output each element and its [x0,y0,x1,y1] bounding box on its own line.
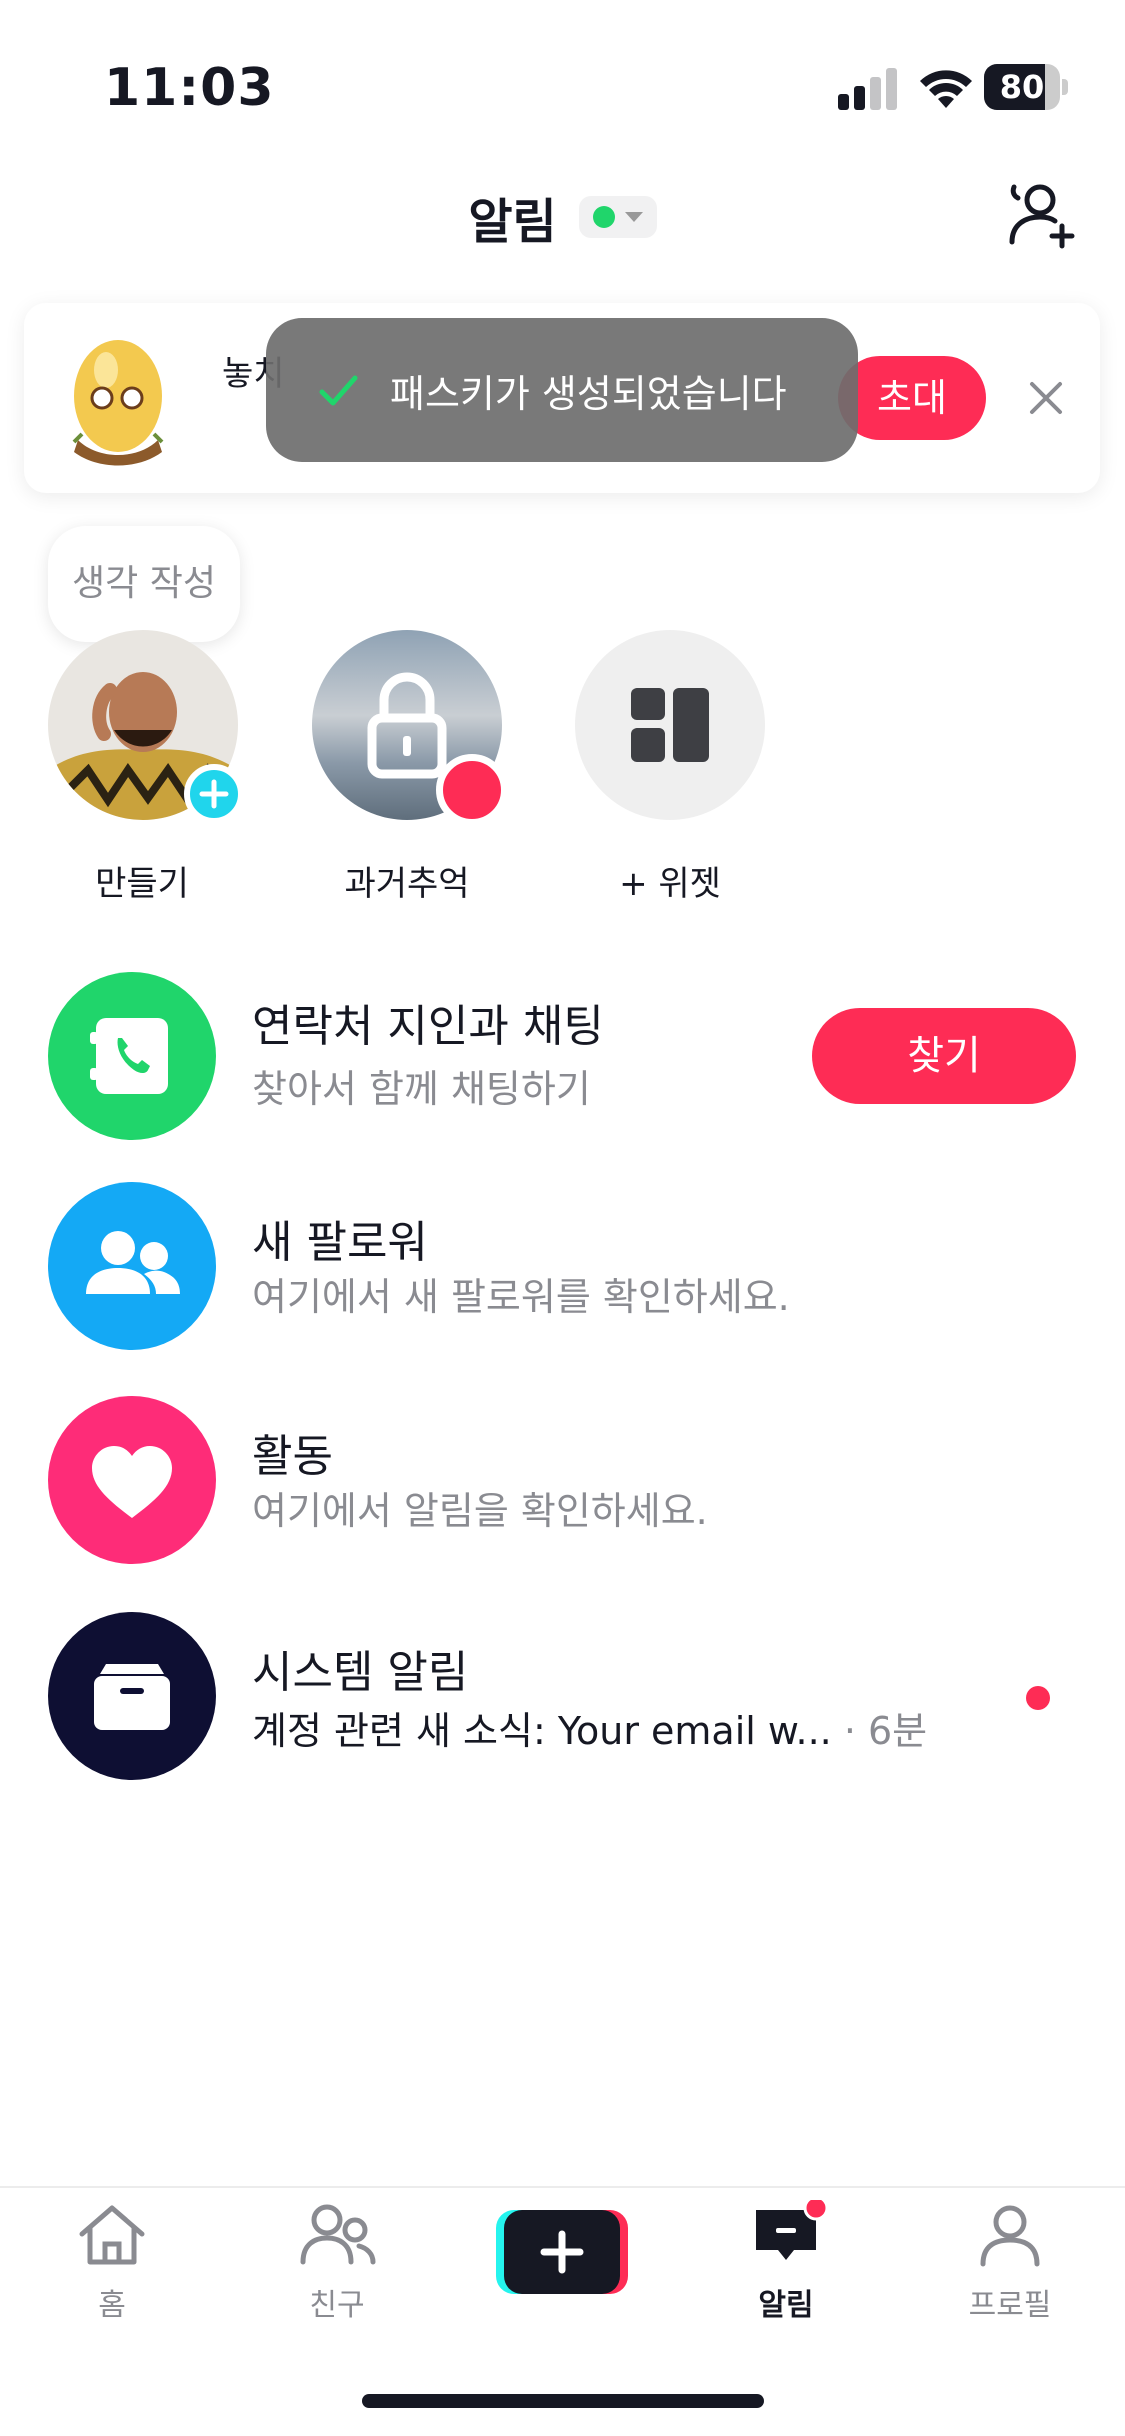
invite-button[interactable]: 초대 [838,356,986,440]
notification-badge [436,754,508,826]
row-title-followers: 새 팔로워 [252,1217,428,1268]
inbox-icon [94,1664,170,1730]
inbox-tab-icon [756,2195,829,2260]
toast-message: 패스키가 생성되었습니다 [266,318,858,462]
battery-icon: 80 [984,64,1068,110]
toast-text: 패스키가 생성되었습니다 [390,371,787,416]
row-subtitle-activity: 여기에서 알림을 확인하세요. [252,1489,708,1533]
system-row-icon[interactable] [48,1612,216,1780]
tab-label-inbox: 알림 [758,2288,814,2323]
friends-icon [300,2204,376,2265]
online-status-dot [592,206,615,228]
cellular-signal-icon [838,66,898,110]
page-title: 알림 [468,194,557,250]
status-time: 11:03 [104,58,275,118]
add-story-button[interactable] [184,764,244,824]
egg-mascot-icon [72,340,164,466]
tab-friends[interactable]: 친구 [247,2200,427,2324]
online-status-dropdown[interactable] [578,196,657,238]
tab-label-friends: 친구 [309,2288,365,2323]
home-icon [79,2205,145,2265]
chevron-down-icon [624,212,643,222]
heart-icon [92,1446,172,1518]
thought-bubble[interactable]: 생각 작성 [48,526,240,642]
battery-level: 80 [999,68,1045,106]
tab-label-home: 홈 [98,2288,126,2323]
system-message: 계정 관련 새 소식: Your email w... [252,1709,832,1753]
row-title-activity: 활동 [252,1431,333,1482]
widget-button[interactable] [575,630,765,820]
tab-inbox[interactable]: 알림 [696,2195,876,2324]
row-subtitle-system: 계정 관련 새 소식: Your email w... · 6분 [252,1700,927,1755]
page-header: 알림 [0,182,1125,252]
activity-row-icon[interactable] [48,1396,216,1564]
profile-icon [980,2205,1040,2267]
tab-label-profile: 프로필 [968,2288,1052,2323]
find-button[interactable]: 찾기 [812,1008,1076,1104]
widget-icon [631,688,709,762]
phone-contact-icon [90,1018,168,1094]
home-indicator [362,2394,764,2408]
story-label-memories: 과거추억 [344,864,470,904]
row-title-system: 시스템 알림 [252,1647,469,1698]
followers-row-icon[interactable] [48,1182,216,1350]
followers-icon [86,1231,180,1294]
row-subtitle-contacts: 찾아서 함께 채팅하기 [252,1067,591,1111]
story-label-create: 만들기 [95,864,189,904]
add-friend-icon[interactable] [1000,180,1080,250]
close-icon[interactable] [1024,376,1068,420]
plus-icon [199,779,229,809]
unread-dot [1026,1686,1050,1710]
checkmark-icon [319,375,358,406]
row-title-contacts: 연락처 지인과 채팅 [252,1001,604,1052]
tab-home[interactable]: 홈 [22,2200,202,2324]
create-icon[interactable] [496,2210,628,2294]
system-time: · 6분 [843,1709,928,1753]
story-label-widget: + 위젯 [619,864,721,904]
contacts-row-icon[interactable] [48,972,216,1140]
wifi-icon [920,70,972,108]
tabbar-divider [0,2186,1125,2188]
row-subtitle-followers: 여기에서 새 팔로워를 확인하세요. [252,1275,790,1319]
tab-profile[interactable]: 프로필 [920,2200,1100,2324]
